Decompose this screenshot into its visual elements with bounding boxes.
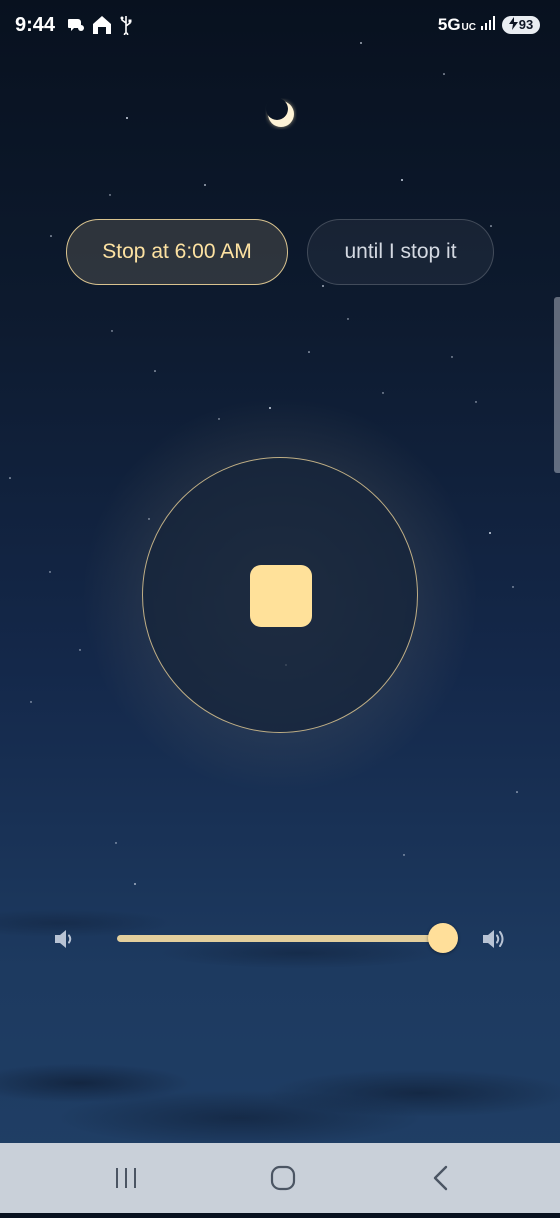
status-right-group: 5G UC 93 xyxy=(438,14,540,35)
recents-icon xyxy=(106,1168,146,1199)
network-sub-label: UC xyxy=(461,22,476,33)
home-button[interactable] xyxy=(263,1161,303,1195)
stop-at-time-label: Stop at 6:00 AM xyxy=(102,240,252,263)
until-i-stop-button[interactable]: until I stop it xyxy=(307,219,494,285)
cloud-layer xyxy=(0,883,560,1143)
navigation-bar xyxy=(0,1143,560,1213)
stop-icon xyxy=(250,565,312,627)
volume-low-icon[interactable] xyxy=(52,926,80,952)
stop-at-time-button[interactable]: Stop at 6:00 AM xyxy=(66,219,288,285)
battery-charging-icon xyxy=(508,16,518,33)
until-i-stop-label: until I stop it xyxy=(344,240,457,263)
signal-icon xyxy=(480,14,498,35)
recents-button[interactable] xyxy=(106,1161,146,1195)
status-bar: 9:44 5G UC 93 xyxy=(0,0,560,52)
usb-icon xyxy=(119,15,133,40)
stop-playback-button[interactable] xyxy=(142,457,418,733)
back-icon xyxy=(420,1165,460,1199)
volume-slider-thumb[interactable] xyxy=(428,923,458,953)
home-signal-icon xyxy=(91,14,113,41)
battery-indicator: 93 xyxy=(502,15,540,34)
back-button[interactable] xyxy=(420,1161,460,1195)
home-icon xyxy=(263,1165,303,1199)
battery-level: 93 xyxy=(518,17,534,32)
scrollbar[interactable] xyxy=(554,297,560,473)
moon-icon xyxy=(264,97,298,131)
chat-icon xyxy=(67,16,85,39)
status-time: 9:44 xyxy=(15,14,56,36)
volume-slider-track[interactable] xyxy=(117,935,443,942)
network-label: 5G xyxy=(437,14,461,34)
notification-icons xyxy=(67,14,133,41)
volume-high-icon[interactable] xyxy=(481,926,509,952)
